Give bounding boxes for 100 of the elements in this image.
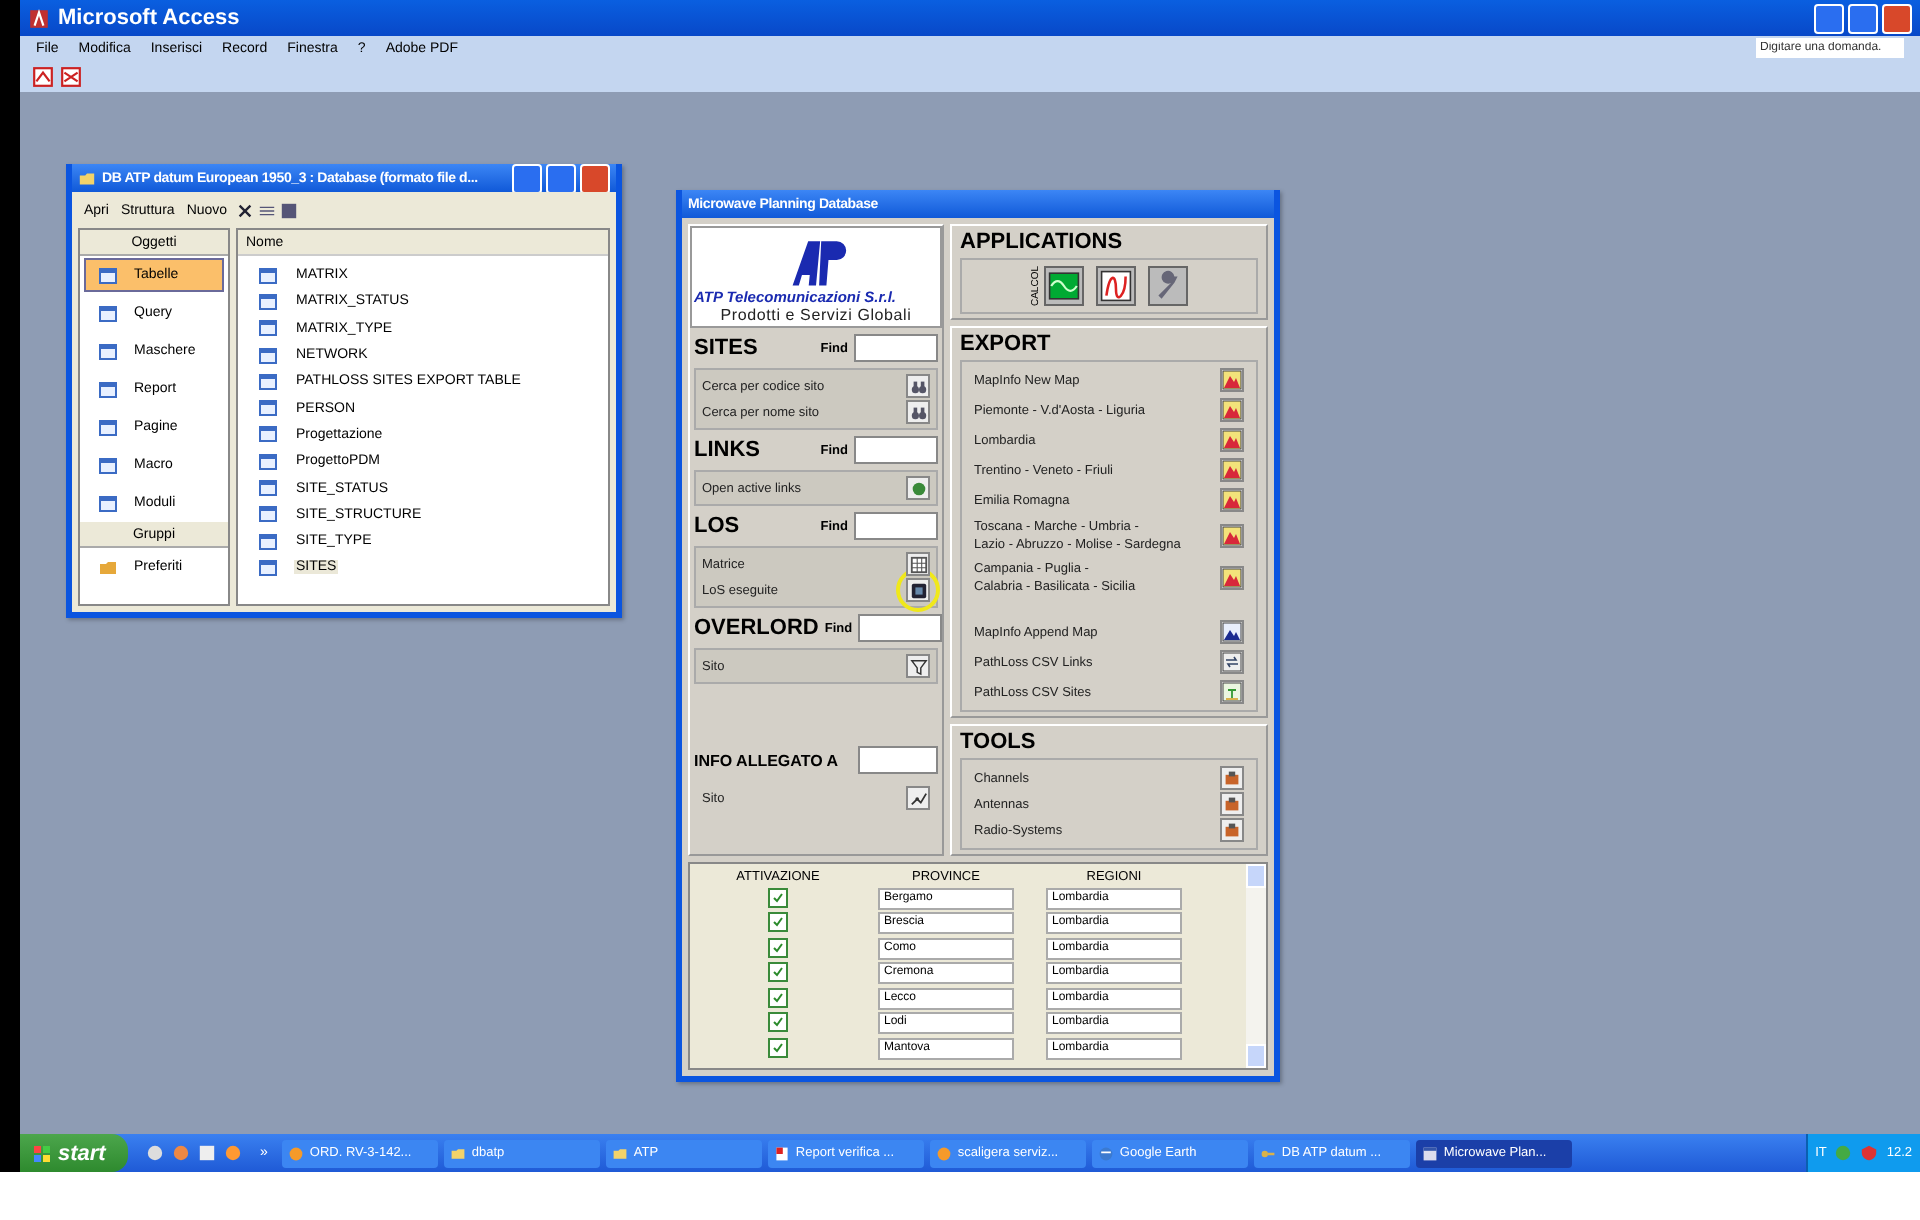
action-button[interactable] <box>906 400 930 424</box>
oscilloscope-icon <box>1048 270 1080 302</box>
document-icon <box>773 1145 790 1161</box>
table-icon <box>258 478 278 499</box>
table-icon <box>258 424 278 445</box>
access-icon <box>28 7 50 29</box>
tool-button[interactable] <box>1220 818 1244 843</box>
find-field[interactable] <box>854 436 938 464</box>
table-icon <box>258 265 278 286</box>
find-field[interactable] <box>858 746 938 774</box>
close-button[interactable] <box>1882 3 1912 33</box>
tool-icon <box>1224 796 1240 813</box>
section-heading: LINKS <box>694 438 760 462</box>
map-icon <box>1222 370 1242 391</box>
map-icon <box>1222 430 1242 451</box>
table-icon <box>258 371 278 392</box>
table-icon <box>258 531 278 552</box>
map-icon <box>1222 526 1242 547</box>
graph-icon <box>1100 270 1132 302</box>
binoculars-icon <box>909 377 927 395</box>
checkbox[interactable] <box>768 1012 788 1033</box>
maximize-button[interactable] <box>546 163 576 193</box>
table-icon <box>258 557 278 578</box>
pdf-icon <box>32 65 54 87</box>
shield-icon <box>1860 1144 1879 1162</box>
section-heading: INFO ALLEGATO A <box>694 751 838 769</box>
table-icon <box>98 379 118 399</box>
scrollbar[interactable] <box>1246 864 1266 1069</box>
export-button[interactable] <box>1220 650 1244 675</box>
wrench-icon <box>1152 270 1184 302</box>
checkbox[interactable] <box>768 912 788 933</box>
tool-icon <box>1224 822 1240 839</box>
delete-icon <box>235 201 254 219</box>
binoculars-icon <box>909 403 927 421</box>
folder-icon <box>98 557 118 577</box>
form-icon <box>1421 1145 1438 1161</box>
folder-icon <box>611 1145 628 1161</box>
checkbox[interactable] <box>768 937 788 958</box>
panel-heading: APPLICATIONS <box>960 230 1125 254</box>
grid-icon <box>909 555 927 573</box>
start-button[interactable]: start <box>20 1134 128 1172</box>
checkbox[interactable] <box>768 987 788 1008</box>
key-icon <box>1259 1145 1276 1161</box>
table-icon <box>258 504 278 525</box>
tool-button[interactable] <box>1220 792 1244 817</box>
app-button[interactable] <box>1096 266 1136 306</box>
maximize-button[interactable] <box>1848 3 1878 33</box>
minimize-button[interactable] <box>1814 3 1844 33</box>
map-icon <box>1222 400 1242 421</box>
links-icon <box>1222 652 1242 673</box>
action-button[interactable] <box>906 654 930 678</box>
checkbox[interactable] <box>768 962 788 983</box>
find-field[interactable] <box>854 334 938 362</box>
table-icon <box>98 341 118 361</box>
table-icon <box>98 493 118 513</box>
details-icon <box>279 201 298 219</box>
table-icon <box>98 455 118 475</box>
tool-icon <box>1224 770 1240 787</box>
table-icon <box>258 291 278 312</box>
checkbox[interactable] <box>768 1037 788 1058</box>
export-button[interactable] <box>1220 620 1244 645</box>
list-icon <box>257 201 276 219</box>
panel-heading: EXPORT <box>960 332 1053 357</box>
section-heading: SITES <box>694 336 758 360</box>
panel-heading: TOOLS <box>960 730 1038 755</box>
minimize-button[interactable] <box>512 163 542 193</box>
table-icon <box>258 345 278 366</box>
app-icon <box>287 1145 304 1161</box>
table-icon <box>258 398 278 419</box>
find-field[interactable] <box>854 512 938 540</box>
chart-icon <box>909 789 927 807</box>
network-icon <box>1834 1144 1853 1162</box>
find-field[interactable] <box>858 614 943 642</box>
app-button[interactable] <box>1044 266 1084 306</box>
section-heading: LOS <box>694 514 740 538</box>
app-icon <box>935 1145 952 1161</box>
dark-screen-icon <box>909 581 927 599</box>
mountain-icon <box>1222 622 1242 643</box>
map-icon <box>1222 490 1242 511</box>
action-button[interactable] <box>906 786 930 810</box>
action-button[interactable] <box>906 374 930 398</box>
company-tagline: Prodotti e Servizi Globali <box>720 306 912 324</box>
tool-button[interactable] <box>1220 766 1244 791</box>
folder-icon <box>449 1145 466 1161</box>
close-button[interactable] <box>580 163 610 193</box>
table-icon <box>98 417 118 437</box>
table-icon <box>258 318 278 339</box>
action-button[interactable] <box>906 552 930 576</box>
pdf-icon <box>60 65 82 87</box>
filter-icon <box>909 657 927 675</box>
action-button[interactable] <box>906 578 930 602</box>
app-title: Microsoft Access <box>58 6 240 30</box>
windows-flag-icon <box>32 1143 52 1163</box>
checkbox[interactable] <box>768 887 788 908</box>
folder-icon <box>78 169 96 187</box>
map-icon <box>1222 568 1242 589</box>
map-icon <box>1222 460 1242 481</box>
table-icon <box>258 451 278 472</box>
table-icon <box>98 303 118 323</box>
dot-icon <box>909 479 927 497</box>
